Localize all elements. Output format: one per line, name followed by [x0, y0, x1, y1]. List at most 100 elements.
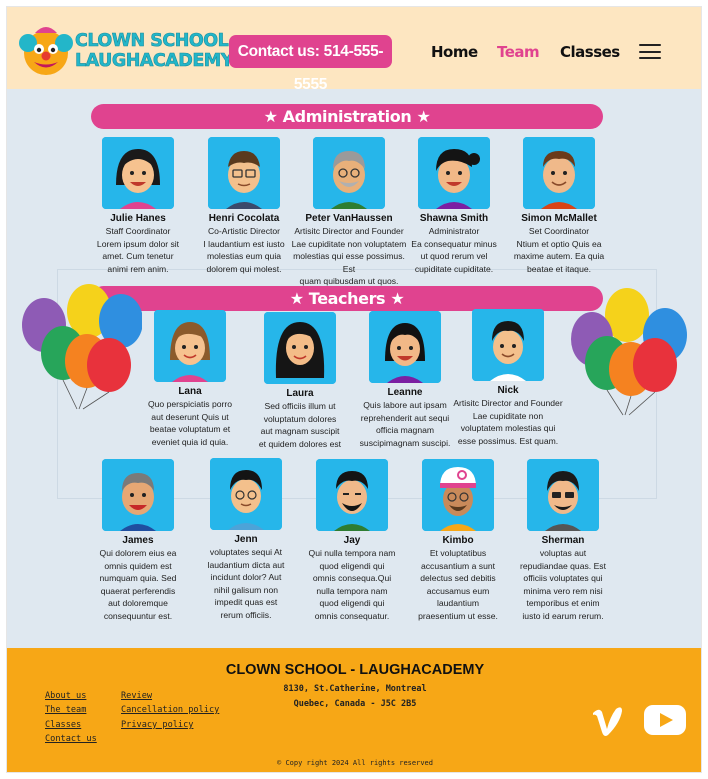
teacher-bio-line: voluptatum dolores	[263, 413, 337, 424]
teacher-bio-line: accusamus eum	[426, 585, 490, 596]
staff-name: Simon McMallet	[521, 213, 597, 224]
teacher-bio-line: quaerat perferendis	[100, 585, 176, 596]
teacher-bio-line: temporibus et enim	[526, 598, 600, 609]
site-footer: CLOWN SCHOOL - LAUGHACADEMY 8130, St.Cat…	[7, 648, 701, 772]
nav-team[interactable]: Team	[497, 43, 540, 61]
teacher-bio-line: praesentium ut esse.	[418, 610, 498, 621]
teacher-bio-line: accusantium a sunt	[420, 560, 496, 571]
hamburger-menu-icon[interactable]	[639, 44, 661, 59]
logo-line-2: LAUGHACADEMY	[75, 51, 234, 72]
teacher-bio-line: nihil galisum non	[213, 584, 278, 595]
peter-avatar-icon	[313, 137, 385, 209]
clown-logo-icon[interactable]	[17, 21, 75, 79]
teacher-bio-line: repudiandae quas. Est	[519, 560, 606, 571]
staff-name: Julie Hanes	[110, 213, 166, 224]
james-avatar-icon	[102, 459, 174, 531]
teacher-bio-line: Quo perspiciatis porro	[147, 399, 233, 409]
contact-button[interactable]: Contact us: 514-555-5555	[229, 35, 392, 93]
footer-link-review[interactable]: Review	[121, 691, 152, 701]
logo-text[interactable]: CLOWN SCHOOL LAUGHACADEMY	[75, 31, 234, 72]
nav-home[interactable]: Home	[431, 43, 478, 61]
leanne-avatar-icon	[369, 311, 441, 383]
teacher-bio-line: aut magnam suscipit	[260, 426, 340, 437]
footer-link-about[interactable]: About us	[45, 691, 86, 701]
team-section: ★ Administration ★ Julie Hanes Staff Coo…	[7, 89, 701, 648]
teacher-bio-line: aut deserunt Quis ut	[151, 411, 229, 422]
footer-link-classes[interactable]: Classes	[45, 720, 81, 730]
administration-heading: ★ Administration ★	[91, 104, 603, 129]
teacher-card: James Qui dolorem eius ea omnis quidem e…	[79, 459, 197, 623]
staff-bio-line: beatae et itaque.	[526, 263, 592, 274]
teacher-card: Laura Sed officiis illum ut voluptatum d…	[241, 312, 359, 450]
teacher-bio-line: laudantium	[436, 598, 480, 609]
teacher-bio-line: voluptas aut	[539, 548, 587, 558]
logo-line-1: CLOWN SCHOOL	[75, 31, 229, 52]
balloons-right-icon	[571, 288, 687, 416]
youtube-icon[interactable]	[643, 703, 687, 737]
site-header: CLOWN SCHOOL LAUGHACADEMY Contact us: 51…	[7, 7, 701, 93]
staff-name: Shawna Smith	[419, 213, 489, 224]
staff-card: Simon McMallet Set Coordinator Ntium et …	[500, 137, 618, 275]
teacher-bio-line: omnis consequatur.	[314, 610, 390, 621]
jenn-avatar-icon	[210, 458, 282, 530]
staff-name: Henri Cocolata	[208, 213, 280, 224]
footer-link-privacy[interactable]: Privacy policy	[121, 720, 193, 730]
teacher-bio-line: suscipimagnam suscipi.	[359, 437, 451, 448]
laura-avatar-icon	[264, 312, 336, 384]
footer-link-contact[interactable]: Contact us	[45, 734, 97, 744]
shawna-avatar-icon	[418, 137, 490, 209]
footer-link-team[interactable]: The team	[45, 705, 86, 715]
teacher-bio-line: voluptatem molestias qui	[460, 423, 556, 434]
kimbo-avatar-icon	[422, 459, 494, 531]
henri-avatar-icon	[208, 137, 280, 209]
simon-avatar-icon	[523, 137, 595, 209]
staff-bio-line: animi rem anim.	[107, 263, 169, 274]
teacher-name: Jenn	[234, 534, 258, 545]
staff-role: Artisitc Director and Founder	[294, 226, 404, 236]
teacher-bio-line: quod eligendi qui	[319, 560, 385, 571]
teacher-bio-line: officiis voluptates qui	[523, 573, 603, 584]
staff-bio-line: amet. Cum tenetur	[102, 251, 174, 262]
teacher-bio-line: delectus sed debitis	[420, 573, 496, 584]
teacher-bio-line: impedit quas est	[214, 597, 278, 608]
teacher-bio-line: minima vero rem nisi	[523, 585, 603, 596]
teacher-card: Sherman voluptas aut repudiandae quas. E…	[504, 459, 622, 623]
staff-name: Peter VanHaussen	[305, 213, 393, 224]
teacher-card: Kimbo Et voluptatibus accusantium a sunt…	[399, 459, 517, 623]
teacher-bio-line: aut doloremque	[108, 598, 168, 609]
teachers-heading: ★ Teachers ★	[91, 286, 603, 311]
staff-bio-line: Lae cupiditate non voluptatem	[291, 238, 407, 249]
teacher-bio-line: esse possimus. Est quam.	[457, 435, 559, 446]
vimeo-icon[interactable]	[591, 703, 625, 737]
teacher-card: Jenn voluptates sequi At laudantium dict…	[187, 458, 305, 622]
staff-role: Staff Coordinator	[105, 226, 171, 236]
balloons-left-icon	[22, 284, 142, 410]
staff-bio-line: Lorem ipsum dolor sit	[96, 238, 180, 249]
staff-bio-line: ut quod rerum vel	[420, 251, 488, 262]
footer-address-line-1: 8130, St.Catherine, Montreal	[283, 684, 427, 694]
teacher-bio-line: voluptates sequi At	[209, 547, 283, 557]
teacher-bio-line: quod eligendi qui	[319, 598, 385, 609]
staff-bio-line: molestias eum quia	[206, 251, 282, 262]
staff-bio-line: Ea consequatur minus	[411, 238, 497, 249]
teacher-bio-line: eveniet quia id quia.	[151, 436, 229, 447]
sherman-avatar-icon	[527, 459, 599, 531]
staff-role: Co-Artistic Director	[207, 226, 281, 236]
teacher-card: Nick Artisitc Director and Founder Lae c…	[449, 309, 567, 447]
staff-card: Henri Cocolata Co-Artistic Director I la…	[185, 137, 303, 275]
teacher-bio-line: et quidem dolores est	[258, 438, 342, 449]
teacher-name: Sherman	[541, 535, 585, 546]
nick-avatar-icon	[472, 309, 544, 381]
staff-card: Peter VanHaussen Artisitc Director and F…	[290, 137, 408, 288]
staff-role: Administrator	[428, 226, 480, 236]
copyright-text: © Copy right 2024 All rights reserved	[277, 759, 433, 767]
teacher-name: Jay	[343, 535, 361, 546]
nav-classes[interactable]: Classes	[560, 43, 620, 61]
teacher-name: Kimbo	[442, 535, 474, 546]
teacher-name: Leanne	[387, 387, 423, 398]
jay-avatar-icon	[316, 459, 388, 531]
teacher-bio-line: iusto id earum rerum.	[522, 610, 604, 621]
teacher-name: Laura	[286, 388, 314, 399]
teacher-card: Jay Qui nulla tempora nam quod eligendi …	[293, 459, 411, 623]
footer-link-cancellation[interactable]: Cancellation policy	[121, 705, 219, 715]
